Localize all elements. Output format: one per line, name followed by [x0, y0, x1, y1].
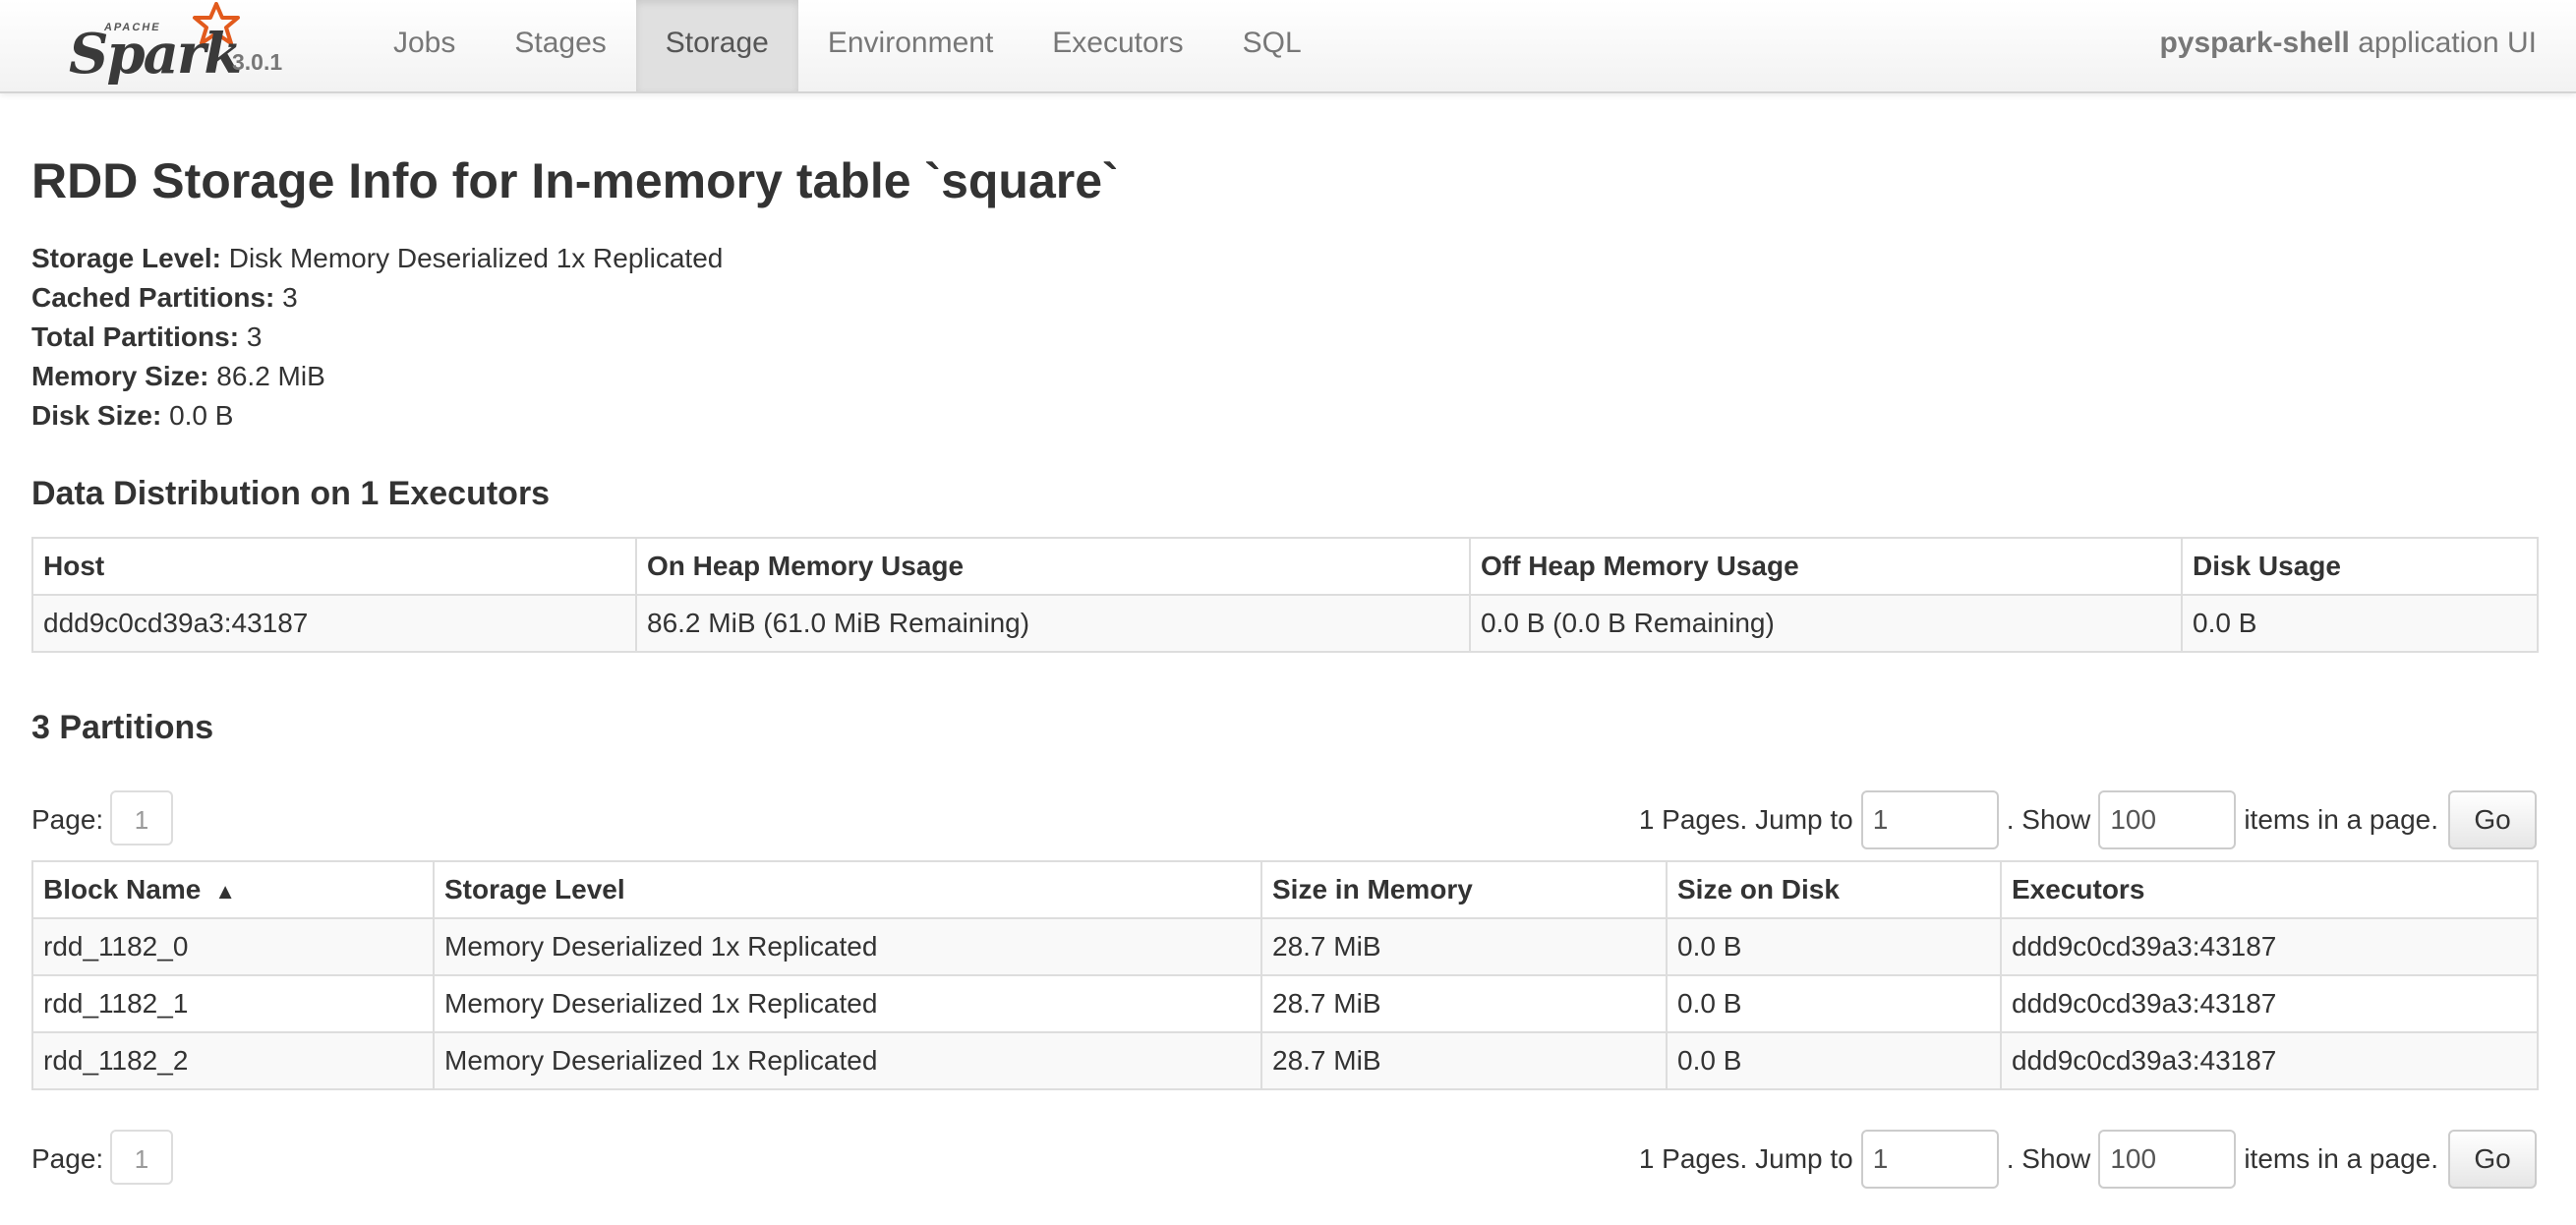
cell-block-name: rdd_1182_0 [31, 917, 435, 976]
pager-controls: 1 Pages. Jump to . Show items in a page.… [1639, 790, 2537, 849]
summary-cached-partitions: Cached Partitions: 3 [31, 278, 723, 318]
summary-value: 3 [282, 282, 298, 313]
col-block-name-label: Block Name [43, 874, 202, 904]
pages-text: 1 Pages. Jump to [1638, 1143, 1853, 1174]
items-label: items in a page. [2244, 804, 2438, 835]
partitions-heading: 3 Partitions [31, 709, 214, 746]
table-header-row: Host On Heap Memory Usage Off Heap Memor… [31, 537, 2539, 596]
col-block-name[interactable]: Block Name ▲ [31, 860, 435, 919]
partitions-table: Block Name ▲ Storage Level Size in Memory… [31, 860, 2539, 1090]
show-label: . Show [2006, 804, 2091, 835]
items-label: items in a page. [2244, 1143, 2438, 1174]
cell-host: ddd9c0cd39a3:43187 [31, 594, 637, 653]
summary-disk-size: Disk Size: 0.0 B [31, 396, 723, 436]
page-number-button[interactable]: 1 [110, 790, 173, 846]
app-title: pyspark-shell application UI [2159, 0, 2537, 87]
summary-label: Cached Partitions: [31, 282, 275, 313]
cell-executors: ddd9c0cd39a3:43187 [2000, 917, 2539, 976]
summary-value: 3 [246, 321, 263, 352]
page-label: Page: [31, 1143, 104, 1174]
cell-size-on-disk: 0.0 B [1666, 1031, 2002, 1090]
nav-tabs: Jobs Stages Storage Environment Executor… [364, 0, 1331, 91]
cell-block-name: rdd_1182_1 [31, 974, 435, 1033]
table-header-row: Block Name ▲ Storage Level Size in Memory… [31, 860, 2539, 919]
tab-stages[interactable]: Stages [485, 0, 635, 91]
app-name: pyspark-shell [2159, 27, 2350, 59]
cell-size-in-memory: 28.7 MiB [1260, 1031, 1668, 1090]
cell-on-heap: 86.2 MiB (61.0 MiB Remaining) [635, 594, 1471, 653]
summary-value: 0.0 B [169, 400, 234, 431]
page-label: Page: [31, 804, 104, 835]
cell-executors: ddd9c0cd39a3:43187 [2000, 974, 2539, 1033]
sort-ascending-icon: ▲ [214, 879, 237, 904]
tab-storage[interactable]: Storage [635, 0, 798, 91]
col-off-heap[interactable]: Off Heap Memory Usage [1469, 537, 2183, 596]
cell-size-in-memory: 28.7 MiB [1260, 974, 1668, 1033]
spark-version: 3.0.1 [232, 49, 283, 75]
jump-to-page-input[interactable] [1860, 1130, 1999, 1189]
col-executors[interactable]: Executors [2000, 860, 2539, 919]
top-navbar: APACHE Spark 3.0.1 Jobs Stages Storage E… [0, 0, 2576, 93]
pager-top: Page: 1 1 Pages. Jump to . Show items in… [31, 790, 2537, 849]
tab-executors[interactable]: Executors [1023, 0, 1212, 91]
distribution-heading: Data Distribution on 1 Executors [31, 475, 551, 512]
cell-size-on-disk: 0.0 B [1666, 974, 2002, 1033]
summary-value: 86.2 MiB [216, 361, 325, 391]
page-size-input[interactable] [2098, 1130, 2237, 1189]
cell-storage-level: Memory Deserialized 1x Replicated [433, 917, 1262, 976]
pages-text: 1 Pages. Jump to [1638, 804, 1853, 835]
page-number-button[interactable]: 1 [110, 1130, 173, 1185]
pager-bottom: Page: 1 1 Pages. Jump to . Show items in… [31, 1130, 2537, 1189]
summary-total-partitions: Total Partitions: 3 [31, 318, 723, 357]
col-size-in-memory[interactable]: Size in Memory [1260, 860, 1668, 919]
spark-logo[interactable]: APACHE Spark 3.0.1 [69, 2, 305, 87]
summary-memory-size: Memory Size: 86.2 MiB [31, 357, 723, 396]
cell-size-on-disk: 0.0 B [1666, 917, 2002, 976]
page-size-input[interactable] [2098, 790, 2237, 849]
summary-storage-level: Storage Level: Disk Memory Deserialized … [31, 239, 723, 278]
jump-to-page-input[interactable] [1860, 790, 1999, 849]
cell-storage-level: Memory Deserialized 1x Replicated [433, 1031, 1262, 1090]
table-row: ddd9c0cd39a3:43187 86.2 MiB (61.0 MiB Re… [31, 594, 2539, 653]
tab-sql[interactable]: SQL [1213, 0, 1331, 91]
summary-label: Disk Size: [31, 400, 162, 431]
col-disk-usage[interactable]: Disk Usage [2181, 537, 2539, 596]
cell-disk-usage: 0.0 B [2181, 594, 2539, 653]
cell-block-name: rdd_1182_2 [31, 1031, 435, 1090]
show-label: . Show [2006, 1143, 2091, 1174]
distribution-table: Host On Heap Memory Usage Off Heap Memor… [31, 537, 2539, 653]
col-on-heap[interactable]: On Heap Memory Usage [635, 537, 1471, 596]
summary-label: Total Partitions: [31, 321, 240, 352]
col-size-on-disk[interactable]: Size on Disk [1666, 860, 2002, 919]
cell-size-in-memory: 28.7 MiB [1260, 917, 1668, 976]
cell-off-heap: 0.0 B (0.0 B Remaining) [1469, 594, 2183, 653]
cell-storage-level: Memory Deserialized 1x Replicated [433, 974, 1262, 1033]
table-row: rdd_1182_2 Memory Deserialized 1x Replic… [31, 1031, 2539, 1090]
col-storage-level[interactable]: Storage Level [433, 860, 1262, 919]
summary-label: Memory Size: [31, 361, 209, 391]
tab-jobs[interactable]: Jobs [364, 0, 485, 91]
summary-value: Disk Memory Deserialized 1x Replicated [228, 243, 724, 273]
summary-label: Storage Level: [31, 243, 221, 273]
app-suffix: application UI [2358, 27, 2537, 59]
cell-executors: ddd9c0cd39a3:43187 [2000, 1031, 2539, 1090]
go-button[interactable]: Go [2448, 790, 2537, 849]
storage-summary: Storage Level: Disk Memory Deserialized … [31, 239, 723, 436]
brand-name: Spark [69, 22, 242, 87]
table-row: rdd_1182_1 Memory Deserialized 1x Replic… [31, 974, 2539, 1033]
tab-environment[interactable]: Environment [798, 0, 1023, 91]
col-host[interactable]: Host [31, 537, 637, 596]
go-button[interactable]: Go [2448, 1130, 2537, 1189]
pager-controls: 1 Pages. Jump to . Show items in a page.… [1639, 1130, 2537, 1189]
page-title: RDD Storage Info for In-memory table `sq… [31, 153, 1119, 208]
table-row: rdd_1182_0 Memory Deserialized 1x Replic… [31, 917, 2539, 976]
